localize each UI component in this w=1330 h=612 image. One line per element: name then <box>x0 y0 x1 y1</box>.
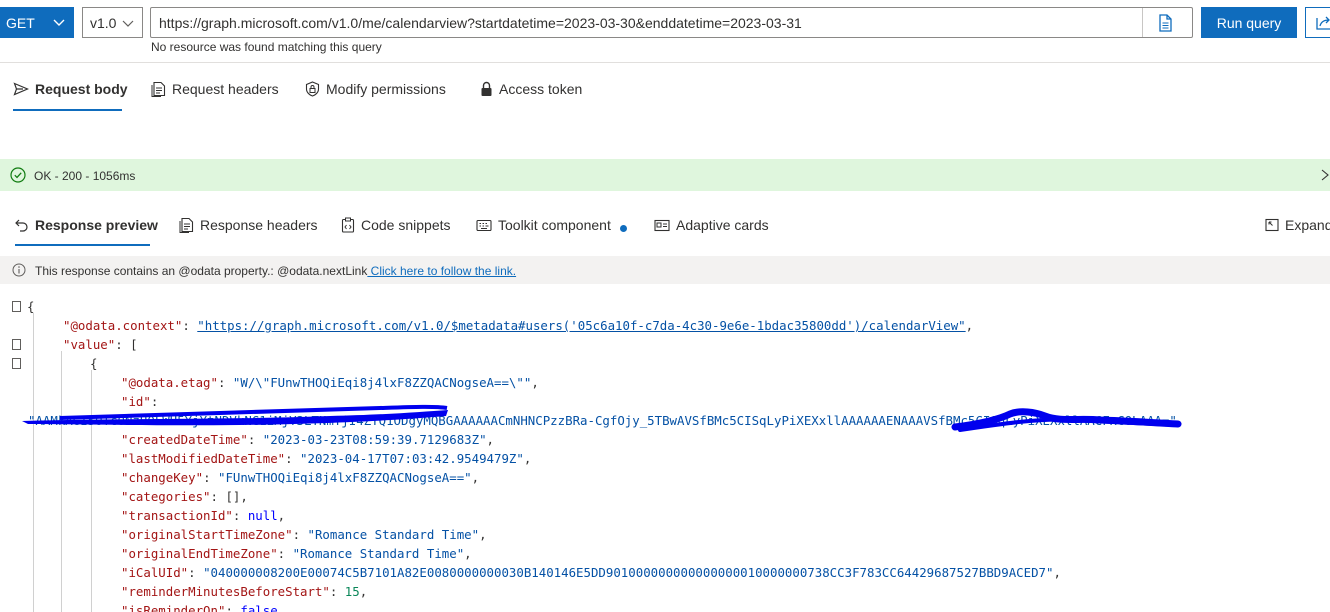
tab-code-snippets-label: Code snippets <box>361 217 451 233</box>
toolkit-new-indicator <box>620 225 627 232</box>
top-divider <box>0 62 1330 63</box>
document-list-icon <box>179 217 194 233</box>
chevron-down-icon <box>122 20 134 27</box>
tab-request-body[interactable]: Request body <box>13 74 128 104</box>
run-query-button[interactable]: Run query <box>1201 7 1297 38</box>
url-separator <box>1142 8 1143 37</box>
tab-adaptive-cards[interactable]: Adaptive cards <box>654 210 769 240</box>
fold-toggle[interactable] <box>12 301 21 312</box>
check-circle-icon <box>10 167 26 183</box>
chevron-right-icon[interactable] <box>1320 169 1330 181</box>
odata-info-bar: This response contains an @odata propert… <box>0 256 1330 284</box>
indent-guide <box>91 370 92 612</box>
version-label: v1.0 <box>90 14 117 31</box>
indent-guide <box>33 313 34 612</box>
tab-code-snippets[interactable]: Code snippets <box>341 210 451 240</box>
json-line: "originalStartTimeZone": "Romance Standa… <box>121 527 487 542</box>
json-line: "AAMkAGI5OTc0NzU0LWU5YjYtNDVkNC1iMjY3LTN… <box>28 413 1185 428</box>
json-line: "isReminderOn": false, <box>121 603 286 612</box>
clipboard-code-icon <box>341 217 355 233</box>
share-button[interactable] <box>1305 7 1330 38</box>
json-line: "@odata.etag": "W/\"FUnwTHOQiEqi8j4lxF8Z… <box>121 375 539 390</box>
card-icon <box>654 219 670 231</box>
json-line: "lastModifiedDateTime": "2023-04-17T07:0… <box>121 451 532 466</box>
info-icon <box>12 263 26 277</box>
info-message: This response contains an @odata propert… <box>35 264 516 278</box>
json-line: "changeKey": "FUnwTHOQiEqi8j4lxF8ZZQACNo… <box>121 470 480 485</box>
tab-request-headers-label: Request headers <box>172 81 279 97</box>
json-line: { <box>90 356 98 371</box>
tab-modify-permissions[interactable]: Modify permissions <box>305 74 446 104</box>
document-icon[interactable] <box>1155 13 1175 33</box>
follow-link[interactable]: Click here to follow the link. <box>367 264 516 278</box>
tab-response-headers-label: Response headers <box>200 217 318 233</box>
json-line: "id": <box>121 394 159 409</box>
status-text: OK - 200 - 1056ms <box>34 169 136 183</box>
send-icon <box>13 82 29 96</box>
active-tab-indicator <box>13 109 122 111</box>
share-icon <box>1316 16 1330 30</box>
tab-access-token-label: Access token <box>499 81 583 97</box>
undo-arrow-icon <box>15 219 28 232</box>
document-list-icon <box>151 81 166 97</box>
json-line: "categories": [], <box>121 489 248 504</box>
expand-button[interactable]: Expand <box>1265 210 1330 240</box>
query-url-input[interactable] <box>151 8 1141 37</box>
tab-modify-permissions-label: Modify permissions <box>326 81 446 97</box>
url-hint-text: No resource was found matching this quer… <box>151 40 382 54</box>
tab-response-preview-label: Response preview <box>35 217 158 233</box>
tab-response-headers[interactable]: Response headers <box>179 210 318 240</box>
json-response-viewer: { "@odata.context": "https://graph.micro… <box>0 294 1330 612</box>
json-line: "reminderMinutesBeforeStart": 15, <box>121 584 368 599</box>
chevron-down-icon <box>53 19 65 26</box>
http-method-dropdown[interactable]: GET <box>0 7 74 38</box>
json-line: "transactionId": null, <box>121 508 286 523</box>
json-line: "originalEndTimeZone": "Romance Standard… <box>121 546 472 561</box>
shield-lock-icon <box>305 81 320 97</box>
json-line: "@odata.context": "https://graph.microso… <box>63 318 974 333</box>
fold-toggle[interactable] <box>12 339 21 350</box>
response-status-bar: OK - 200 - 1056ms <box>0 159 1330 191</box>
active-response-tab-indicator <box>15 244 150 246</box>
keyboard-icon <box>476 219 492 231</box>
json-line: "iCalUId": "040000008200E00074C5B7101A82… <box>121 565 1061 580</box>
tab-response-preview[interactable]: Response preview <box>15 210 158 240</box>
tab-request-body-label: Request body <box>35 81 128 97</box>
info-text: This response contains an @odata propert… <box>35 264 368 278</box>
tab-toolkit-component[interactable]: Toolkit component <box>476 210 611 240</box>
context-link[interactable]: "https://graph.microsoft.com/v1.0/$metad… <box>197 318 965 333</box>
tab-request-headers[interactable]: Request headers <box>151 74 279 104</box>
event-id-value: "AAMkAGI5OTc0NzU0LWU5YjYtNDVkNC1iMjY3LTN… <box>28 413 1177 428</box>
fold-toggle[interactable] <box>12 358 21 369</box>
expand-icon <box>1265 218 1279 232</box>
tab-access-token[interactable]: Access token <box>480 74 582 104</box>
http-method-label: GET <box>6 14 35 31</box>
version-dropdown[interactable]: v1.0 <box>82 7 143 38</box>
tab-adaptive-cards-label: Adaptive cards <box>676 217 769 233</box>
json-line: "value": [ <box>63 337 138 352</box>
tab-toolkit-component-label: Toolkit component <box>498 217 611 233</box>
json-line: "createdDateTime": "2023-03-23T08:59:39.… <box>121 432 495 447</box>
indent-guide <box>61 351 62 612</box>
json-line: { <box>27 299 35 314</box>
query-url-box <box>150 7 1193 38</box>
lock-icon <box>481 81 492 96</box>
expand-label: Expand <box>1285 217 1330 233</box>
